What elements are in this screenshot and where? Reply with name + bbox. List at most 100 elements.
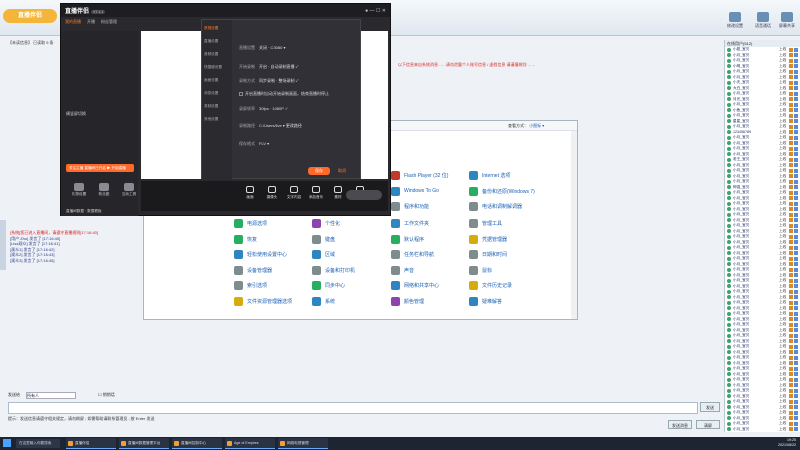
toolbar-item[interactable]: 文字内容 — [285, 186, 303, 200]
settings-row[interactable]: 录制方式 同步录制 · 整场录制 ✓ — [239, 78, 298, 84]
settings-row[interactable]: 直播设置 关闭 · C3080 ▾ — [239, 45, 285, 51]
windows-start-icon[interactable] — [3, 439, 11, 447]
control-panel-item[interactable]: Windows To Go — [391, 186, 439, 196]
gift-icon — [789, 130, 793, 135]
control-panel-item[interactable]: 颜色管理 — [391, 296, 424, 306]
control-panel-item[interactable]: 疑难解答 — [469, 296, 502, 306]
control-panel-item[interactable]: 文件历史记录 — [469, 281, 512, 290]
settings-nav-item[interactable]: 快捷键设置 — [204, 65, 222, 70]
camera-icon — [794, 207, 798, 212]
live-tool-icon[interactable] — [74, 183, 84, 191]
control-panel-item[interactable]: 区域 — [312, 250, 335, 259]
control-panel-item[interactable]: 电源选项 — [234, 219, 267, 228]
control-panel-item[interactable]: 管理工具 — [469, 219, 502, 228]
control-panel-item-icon — [469, 202, 478, 211]
control-panel-item[interactable]: 个性化 — [312, 219, 340, 228]
control-panel-item[interactable]: 系统 — [312, 296, 335, 306]
settings-save-button[interactable]: 保存 — [308, 167, 330, 175]
live-tool-icon[interactable] — [124, 183, 134, 191]
control-panel-item[interactable]: 设备和打印机 — [312, 265, 355, 275]
gift-icon — [789, 383, 793, 388]
toolbar-item[interactable]: 画面 — [241, 186, 259, 200]
camera-icon — [794, 218, 798, 223]
send-target-select[interactable]: 所有人 — [26, 392, 76, 399]
control-panel-item[interactable]: 凭据管理器 — [469, 234, 507, 244]
control-panel-item[interactable]: 鼠标 — [469, 265, 492, 275]
start-live-banner[interactable]: 关注主播 直播间已开启 ▶ 开始直播 — [66, 164, 134, 172]
control-panel-item[interactable]: 同步中心 — [312, 281, 345, 290]
view-by-select[interactable]: 小图标 ▾ — [529, 123, 544, 128]
control-panel-scrollbar[interactable] — [571, 131, 577, 319]
gift-icon — [789, 361, 793, 366]
settings-nav-item[interactable]: 音频设置 — [204, 52, 218, 57]
send-message-button[interactable]: 发送消息 — [668, 420, 692, 429]
live-app-tab[interactable]: 粉丝管理 — [101, 19, 117, 24]
taskbar-clock[interactable]: 19:25 2021/08/22 — [778, 438, 796, 448]
checkbox-icon[interactable] — [239, 91, 243, 96]
settings-nav-item[interactable]: 消息设置 — [204, 91, 218, 96]
whisper-checkbox[interactable]: ☐ 悄悄话 — [98, 392, 115, 398]
control-panel-item[interactable]: 设备管理器 — [234, 265, 272, 275]
taskbar-app[interactable]: 直播间数据管理平台 — [119, 438, 169, 449]
settings-nav-item[interactable]: 常规设置 — [204, 26, 218, 31]
window-controls[interactable]: ● — ☐ ✕ — [365, 8, 386, 14]
control-panel-item[interactable]: Flash Player (32 位) — [391, 171, 448, 180]
toolbar-item[interactable]: 添加音乐 — [307, 186, 325, 200]
live-data-link[interactable]: 直播间数据 · 数据看板 — [66, 209, 102, 214]
settings-row[interactable]: 开始录制 开启 · 自动录制直播 ✓ — [239, 64, 298, 70]
settings-row[interactable]: 保存格式 FLV ▾ — [239, 141, 269, 147]
control-panel-item[interactable]: Internet 选项 — [469, 171, 510, 180]
voice-tool-button[interactable]: 语音通话 — [752, 12, 774, 29]
control-panel-item[interactable]: 恢复 — [234, 234, 257, 244]
settings-nav-item[interactable]: 录制设置 — [204, 104, 218, 109]
screen-share-tool-button[interactable]: 屏幕共享 — [776, 12, 798, 29]
control-panel-item[interactable]: 日期和时间 — [469, 250, 507, 259]
control-panel-item-label: 管理工具 — [482, 221, 503, 227]
start-live-button[interactable] — [346, 190, 382, 200]
user-status-icon — [727, 91, 731, 96]
settings-row[interactable]: 录制路径 C:/Users/live ▾ 更改路径 — [239, 123, 302, 129]
user-row[interactable]: 小月_宝贝 上线 — [725, 427, 800, 433]
taskbar-app[interactable]: 网络电视管理 — [278, 438, 328, 449]
taskbar-search[interactable]: 在这里输入你要搜索 — [16, 439, 60, 448]
taskbar-app[interactable]: 直播间控制中心 — [172, 438, 222, 449]
live-app-tab[interactable]: 开播 — [87, 19, 95, 24]
user-status-icon — [727, 300, 731, 305]
control-panel-item[interactable]: 索引选项 — [234, 281, 267, 290]
send-target-row: 发送给 所有人 ☐ 悄悄话 — [8, 392, 708, 400]
send-button[interactable]: 发送 — [700, 402, 720, 412]
control-panel-item[interactable]: 默认程序 — [391, 234, 424, 244]
live-tool-icon[interactable] — [99, 183, 109, 191]
toolbar-item[interactable]: 摄像头 — [263, 186, 281, 200]
control-panel-item[interactable]: 键盘 — [312, 234, 335, 244]
settings-row[interactable]: 录屏帧率 30fps · 1080P ✓ — [239, 106, 288, 112]
live-app-tabs: 我的直播 开播 粉丝管理 — [65, 19, 123, 25]
control-panel-item[interactable]: 工作文件夹 — [391, 219, 429, 228]
settings-tool-button[interactable]: 修改设置 — [724, 12, 746, 29]
camera-icon — [794, 174, 798, 179]
toolbar-item[interactable]: 素材 — [329, 186, 347, 200]
control-panel-item[interactable]: 电话和调制解调器 — [469, 202, 522, 211]
settings-nav-item[interactable]: 其他设置 — [204, 117, 218, 122]
control-panel-item[interactable]: 备份和还原(Windows 7) — [469, 186, 535, 196]
panel-splitter[interactable] — [0, 220, 6, 270]
settings-nav-item[interactable]: 直播设置 — [204, 39, 218, 44]
control-panel-item[interactable]: 声音 — [391, 265, 414, 275]
control-panel-item[interactable]: 轻松使用设置中心 — [234, 250, 287, 259]
live-stream-app-window: 直播伴侣 V7.1.1 ● — ☐ ✕ 我的直播 开播 粉丝管理 横竖屏切换 关注主播… — [60, 3, 391, 216]
left-label-orientation[interactable]: 横竖屏切换 — [66, 111, 86, 117]
message-input[interactable] — [8, 402, 698, 414]
settings-cancel-button[interactable]: 取消 — [338, 167, 346, 175]
live-app-tab[interactable]: 我的直播 — [65, 19, 81, 24]
taskbar-app[interactable]: 直播伴侣 — [66, 438, 116, 449]
control-panel-item[interactable]: 网络和共享中心 — [391, 281, 439, 290]
clear-screen-button[interactable]: 清屏 — [696, 420, 720, 429]
control-panel-item[interactable]: 程序和功能 — [391, 202, 429, 211]
settings-nav-item[interactable]: 画面设置 — [204, 78, 218, 83]
settings-row[interactable]: 开启直播时自动开始录制画面，结束直播时停止 — [239, 91, 329, 97]
user-status-icon — [727, 427, 731, 432]
control-panel-item[interactable]: 文件资源管理器选项 — [234, 296, 292, 306]
control-panel-item[interactable]: 任务栏和导航 — [391, 250, 434, 259]
taskbar-app[interactable]: Age of Empires — [225, 438, 275, 449]
live-app-title-bar: 直播伴侣 V7.1.1 ● — ☐ ✕ — [61, 4, 390, 17]
